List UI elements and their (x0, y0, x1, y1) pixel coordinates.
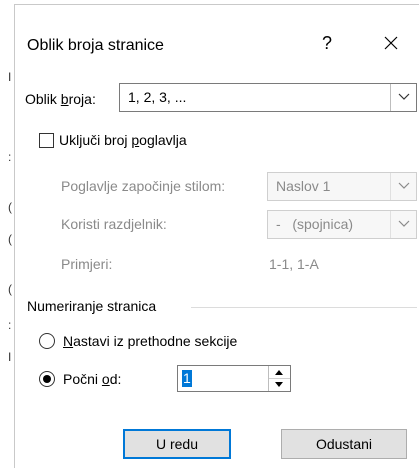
chapter-style-label: Poglavlje započinje stilom: (61, 178, 226, 194)
ok-button[interactable]: U redu (123, 429, 231, 459)
dropdown-arrow[interactable] (390, 84, 416, 111)
number-format-value: 1, 2, 3, ... (128, 89, 187, 105)
examples-label: Primjeri: (61, 256, 113, 272)
document-text-fragment: ( (8, 200, 12, 214)
triangle-up-icon (275, 370, 283, 375)
dropdown-arrow[interactable] (390, 211, 416, 238)
close-button[interactable] (377, 29, 405, 57)
separator-dropdown[interactable]: - (spojnica) (267, 210, 417, 239)
spin-up-button[interactable] (269, 366, 290, 379)
document-text-fragment: I (8, 350, 12, 364)
chapter-style-value: Naslov 1 (276, 178, 331, 194)
document-text-fragment: I (8, 70, 12, 84)
number-format-dropdown[interactable]: 1, 2, 3, ... (119, 83, 417, 112)
examples-value: 1-1, 1-A (269, 256, 319, 272)
include-chapter-label[interactable]: Uključi broj poglavlja (59, 132, 187, 148)
start-at-value[interactable]: 1 (182, 370, 192, 387)
document-text-fragment: ( (8, 232, 12, 246)
cancel-button[interactable]: Odustani (281, 429, 407, 459)
document-background: I : ( ( ( : I (0, 0, 14, 468)
start-at-radio[interactable] (39, 371, 55, 387)
close-icon (384, 36, 398, 50)
chevron-down-icon (398, 182, 410, 189)
start-at-label[interactable]: Počni od: (63, 371, 121, 387)
dialog-title: Oblik broja stranice (27, 37, 164, 54)
include-chapter-checkbox[interactable] (39, 133, 54, 148)
separator-value: - (spojnica) (276, 216, 354, 232)
continue-previous-radio[interactable] (39, 333, 55, 349)
page-numbering-group-label: Numeriranje stranica (27, 298, 157, 314)
radio-selected-dot (43, 375, 51, 383)
group-divider (191, 307, 417, 308)
number-format-label: Oblik broja: (25, 91, 96, 107)
page-number-format-dialog: Oblik broja stranice ? Oblik broja: 1, 2… (14, 4, 419, 468)
chevron-down-icon (398, 93, 410, 100)
triangle-down-icon (275, 382, 283, 387)
dropdown-arrow[interactable] (390, 173, 416, 200)
spin-down-button[interactable] (269, 379, 290, 391)
chapter-style-dropdown[interactable]: Naslov 1 (267, 172, 417, 201)
document-text-fragment: : (8, 150, 12, 164)
chevron-down-icon (398, 220, 410, 227)
help-button[interactable]: ? (317, 33, 337, 54)
document-text-fragment: ( (8, 282, 12, 296)
spinner-buttons (268, 366, 290, 391)
document-text-fragment: : (8, 318, 12, 332)
continue-previous-label[interactable]: Nastavi iz prethodne sekcije (63, 333, 237, 349)
separator-label: Koristi razdjelnik: (61, 216, 167, 232)
start-at-spinner[interactable]: 1 (177, 365, 291, 392)
